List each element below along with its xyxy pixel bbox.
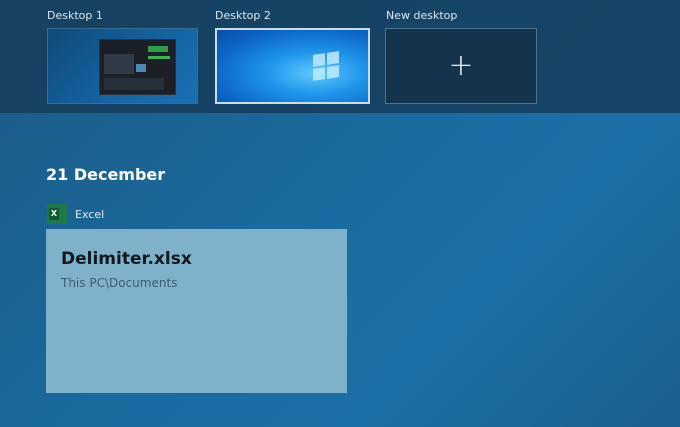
new-desktop-button[interactable]: + — [385, 28, 537, 104]
activity-card-title: Delimiter.xlsx — [61, 249, 192, 269]
task-view-screen: Desktop 1 Desktop 2 New desktop + 21 Dec… — [0, 0, 680, 427]
timeline-date-heading: 21 December — [46, 165, 166, 184]
plus-icon: + — [448, 48, 474, 83]
windows-logo-icon — [313, 51, 341, 82]
desktop-2-thumbnail[interactable] — [215, 28, 370, 104]
activity-card-path: This PC\Documents — [61, 276, 178, 290]
activity-card-delimiter[interactable]: Delimiter.xlsx This PC\Documents — [46, 229, 347, 393]
app-name-label: Excel — [75, 208, 105, 221]
new-desktop-label: New desktop — [386, 9, 458, 22]
desktop-2-label: Desktop 2 — [215, 9, 271, 22]
desktop-1-thumbnail[interactable] — [47, 28, 198, 104]
excel-icon: X — [47, 204, 67, 224]
excel-icon-letter: X — [49, 208, 59, 220]
desktop-1-window-preview — [99, 39, 176, 95]
desktop-1-label: Desktop 1 — [47, 9, 103, 22]
virtual-desktops-bar: Desktop 1 Desktop 2 New desktop + — [0, 0, 680, 113]
